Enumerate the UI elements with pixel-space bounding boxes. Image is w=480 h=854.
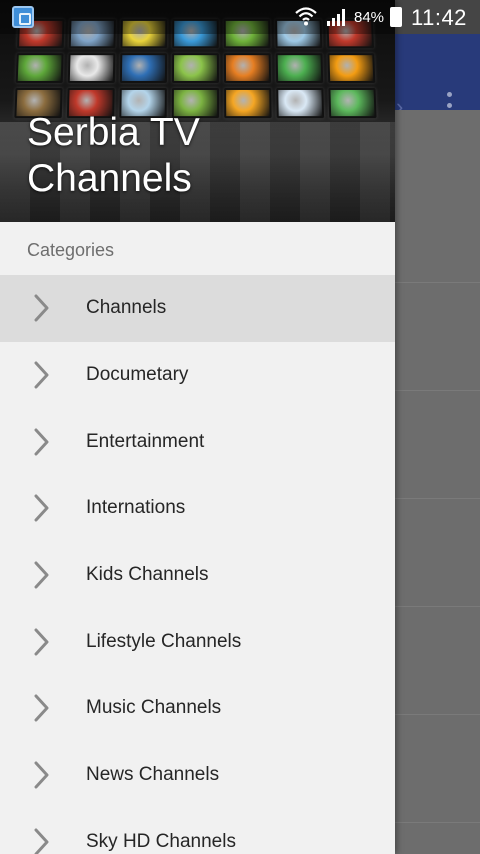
wifi-icon bbox=[295, 7, 317, 26]
list-divider bbox=[395, 390, 480, 391]
section-label: Categories bbox=[27, 240, 115, 260]
menu-item-music-channels[interactable]: Music Channels bbox=[0, 675, 395, 742]
chevron-right-icon bbox=[34, 628, 49, 656]
chevron-right-icon bbox=[34, 361, 49, 389]
tv-screen bbox=[223, 53, 272, 83]
signal-icon bbox=[327, 9, 345, 26]
list-divider bbox=[395, 822, 480, 823]
screen: › 84% 11:42 Serbia TV Channels Categorie… bbox=[0, 0, 480, 854]
chevron-right-icon bbox=[34, 761, 49, 789]
menu-item-label: Lifestyle Channels bbox=[86, 630, 242, 652]
menu-item-entertainment[interactable]: Entertainment bbox=[0, 408, 395, 475]
clock: 11:42 bbox=[411, 5, 467, 30]
app-notification-icon bbox=[12, 6, 34, 28]
menu-item-label: News Channels bbox=[86, 764, 220, 786]
tv-screen bbox=[15, 53, 64, 83]
list-divider bbox=[395, 498, 480, 499]
chevron-right-icon bbox=[34, 694, 49, 722]
list-divider bbox=[395, 606, 480, 607]
menu-item-label: Entertainment bbox=[86, 430, 205, 452]
menu-item-label: Channels bbox=[86, 297, 167, 319]
battery-percent: 84% bbox=[354, 9, 385, 26]
chevron-right-icon bbox=[34, 494, 49, 522]
battery-icon bbox=[390, 7, 402, 27]
menu-item-documetary[interactable]: Documetary bbox=[0, 342, 395, 409]
drawer-title: Serbia TV Channels bbox=[27, 111, 200, 200]
menu-item-internations[interactable]: Internations bbox=[0, 475, 395, 542]
menu-item-channels[interactable]: Channels bbox=[0, 275, 395, 342]
tv-screen bbox=[275, 53, 324, 83]
menu-item-label: Documetary bbox=[86, 364, 189, 386]
tv-screen bbox=[67, 53, 116, 83]
menu-item-news-channels[interactable]: News Channels bbox=[0, 742, 395, 809]
chevron-right-icon bbox=[34, 294, 49, 322]
status-bar: 84% 11:42 bbox=[0, 0, 480, 34]
list-divider bbox=[395, 714, 480, 715]
list-divider bbox=[395, 282, 480, 283]
menu-item-label: Internations bbox=[86, 497, 186, 519]
menu-item-kids-channels[interactable]: Kids Channels bbox=[0, 542, 395, 609]
menu-item-label: Sky HD Channels bbox=[86, 830, 236, 852]
menu-item-label: Music Channels bbox=[86, 697, 222, 719]
chevron-right-icon bbox=[34, 561, 49, 589]
menu-item-label: Kids Channels bbox=[86, 564, 209, 586]
chevron-right-icon bbox=[34, 428, 49, 456]
navigation-drawer: Serbia TV Channels Categories Channels Do… bbox=[0, 0, 395, 854]
tv-screen bbox=[119, 53, 168, 83]
menu-item-sky-hd-channels[interactable]: Sky HD Channels bbox=[0, 809, 395, 854]
tv-screen bbox=[171, 53, 220, 83]
menu-item-lifestyle-channels[interactable]: Lifestyle Channels bbox=[0, 608, 395, 675]
chevron-right-icon bbox=[34, 828, 49, 854]
category-list: Channels Documetary Entertainment Internati… bbox=[0, 275, 395, 854]
tv-screen bbox=[327, 53, 376, 83]
